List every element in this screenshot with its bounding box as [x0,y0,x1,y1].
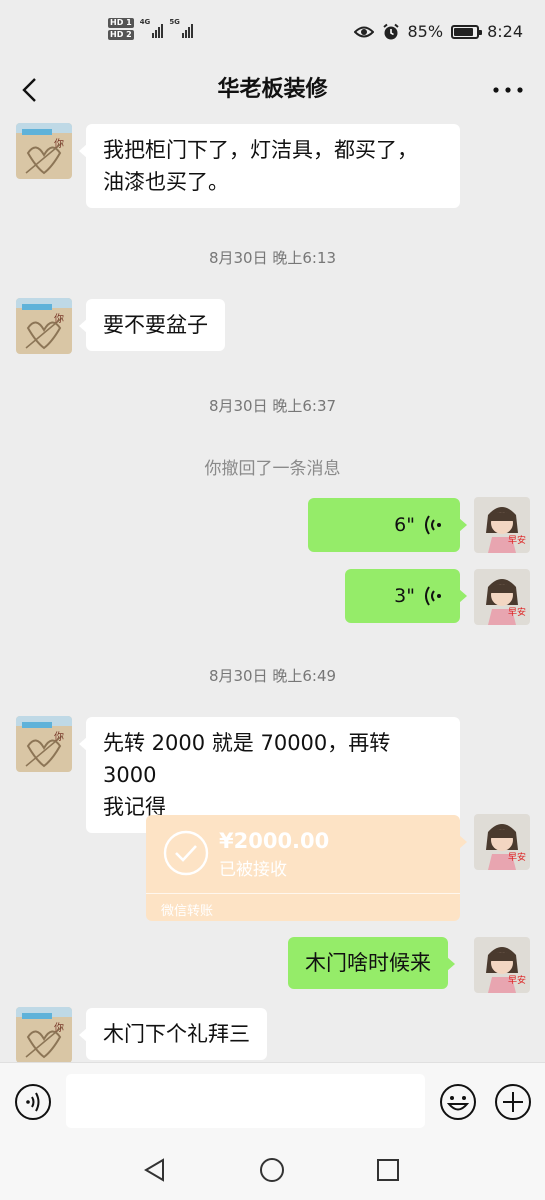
voice-duration: 3" [394,585,415,607]
alarm-icon [382,23,399,39]
message-bubble[interactable]: 木门啥时候来 [288,937,455,989]
svg-text:你: 你 [54,137,64,150]
hd1-badge: HD 1 [108,18,134,28]
hd-badges: HD 1 HD 2 [108,18,134,40]
chat-title: 华老板装修 [217,77,328,102]
recall-notice: 你撤回了一条消息 [204,459,341,479]
message-list[interactable]: 你 我把柜门下了，灯洁具，都买了， 油漆也买了。 8月30日 晚上6:13 你 … [0,114,545,1062]
message-bubble[interactable]: 我把柜门下了，灯洁具，都买了， 油漆也买了。 [79,124,460,208]
voice-mode-icon[interactable] [14,1083,52,1121]
message-bubble[interactable]: 要不要盆子 [79,299,225,351]
nav-back-icon[interactable] [142,1157,168,1183]
transfer-footer-label: 微信转账 [161,904,214,919]
voice-wave-icon [425,586,441,606]
battery-percent: 85% [407,22,444,41]
voice-message[interactable]: 6" [308,498,467,552]
svg-text:你: 你 [54,730,64,743]
eye-icon [353,26,374,37]
nav-home-icon[interactable] [259,1157,285,1183]
contact-avatar[interactable]: 你 [16,716,72,772]
plus-icon[interactable] [494,1083,532,1121]
signal-icon: 5G [169,18,193,38]
svg-text:你: 你 [54,312,64,325]
system-nav-bar [0,1140,545,1200]
message-bubble[interactable]: 木门下个礼拜三 [79,1008,267,1060]
svg-text:你: 你 [54,1021,64,1034]
timestamp: 8月30日 晚上6:37 [208,397,337,415]
svg-text:早安: 早安 [508,974,526,986]
hd2-badge: HD 2 [108,30,134,40]
battery-icon [451,24,483,39]
chat-header: 华老板装修 [0,66,545,114]
signal-icon: 4G [140,18,164,38]
self-avatar[interactable]: 早安 [474,569,530,625]
transfer-status: 已被接收 [219,860,287,880]
self-avatar[interactable]: 早安 [474,814,530,870]
self-avatar[interactable]: 早安 [474,497,530,553]
message-input[interactable] [66,1074,425,1128]
network-indicators: HD 1 HD 2 4G 5G [108,18,193,40]
svg-text:早安: 早安 [508,606,526,618]
contact-avatar[interactable]: 你 [16,1007,72,1062]
status-right: 85% 8:24 [353,22,523,41]
input-bar [0,1062,545,1140]
timestamp: 8月30日 晚上6:13 [208,249,337,267]
svg-text:早安: 早安 [508,851,526,863]
more-dots-icon[interactable] [491,74,525,106]
transfer-card[interactable]: ¥2000.00 已被接收 微信转账 [146,815,467,921]
contact-avatar[interactable]: 你 [16,123,72,179]
voice-duration: 6" [394,514,415,536]
svg-text:早安: 早安 [508,534,526,546]
voice-message[interactable]: 3" [345,569,467,623]
status-bar: HD 1 HD 2 4G 5G 85% 8:24 [0,0,545,66]
clock: 8:24 [487,22,523,41]
transfer-amount: ¥2000.00 [219,829,330,853]
transfer-footer: 微信转账 [146,893,460,921]
self-avatar[interactable]: 早安 [474,937,530,993]
contact-avatar[interactable]: 你 [16,298,72,354]
emoji-icon[interactable] [439,1083,477,1121]
voice-wave-icon [425,515,441,535]
timestamp: 8月30日 晚上6:49 [208,667,337,685]
nav-recents-icon[interactable] [375,1157,401,1183]
check-circle-icon [163,830,209,876]
